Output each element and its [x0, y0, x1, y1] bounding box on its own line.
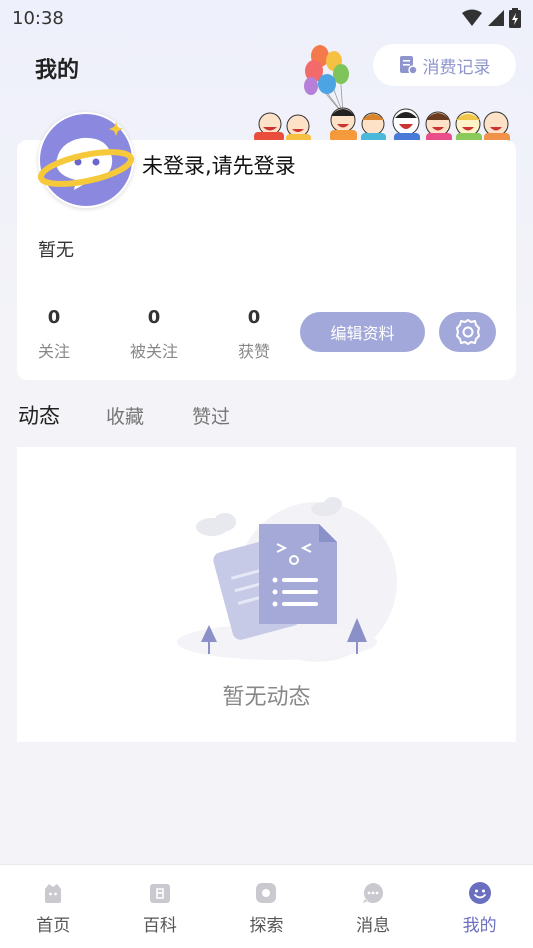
login-prompt[interactable]: 未登录,请先登录 — [142, 150, 296, 180]
battery-icon — [509, 8, 521, 28]
encyclopedia-icon — [149, 884, 170, 903]
tab-favorites[interactable]: 收藏 — [106, 402, 144, 429]
tabbar-label-messages: 消息 — [356, 916, 391, 936]
stat-following-count: 0 — [47, 307, 61, 328]
feed-panel: 暂无动态 — [17, 447, 516, 742]
stat-likes-count: 0 — [247, 307, 261, 328]
status-bar: 10:38 — [0, 0, 533, 36]
tabbar-label-encyclopedia: 百科 — [142, 916, 177, 936]
tabbar-item-explore[interactable]: 探索 — [213, 865, 320, 948]
stat-likes[interactable]: 0 获赞 — [214, 307, 294, 362]
consumption-records-button[interactable]: 消费记录 — [373, 44, 516, 86]
bottom-tab-bar: 首页 百科 探索 消息 我的 — [0, 864, 533, 948]
tabbar-label-home: 首页 — [36, 916, 71, 936]
stat-likes-label: 获赞 — [237, 342, 270, 361]
home-icon — [45, 884, 62, 903]
tabbar-item-profile[interactable]: 我的 — [426, 865, 533, 948]
settings-button[interactable] — [439, 312, 496, 352]
stat-following-label: 关注 — [37, 342, 70, 361]
tabbar-item-messages[interactable]: 消息 — [320, 865, 427, 948]
stat-followers[interactable]: 0 被关注 — [114, 307, 194, 362]
tabbar-label-profile: 我的 — [462, 916, 497, 936]
avatar[interactable] — [37, 112, 135, 208]
page-title: 我的 — [35, 58, 80, 83]
explore-icon — [256, 883, 277, 903]
gear-icon — [455, 319, 480, 345]
tabbar-label-explore: 探索 — [249, 916, 284, 936]
status-time: 10:38 — [12, 7, 64, 29]
consumption-records-label: 消费记录 — [422, 57, 491, 78]
tab-posts[interactable]: 动态 — [18, 400, 60, 430]
edit-profile-button[interactable]: 编辑资料 — [300, 312, 425, 352]
profile-bio: 暂无 — [38, 240, 74, 261]
empty-documents-illustration — [177, 497, 397, 662]
chat-planet-avatar-icon — [37, 114, 135, 206]
wifi-icon — [462, 9, 482, 26]
message-icon — [363, 883, 384, 903]
tab-liked[interactable]: 赞过 — [192, 402, 230, 429]
stat-followers-count: 0 — [147, 307, 161, 328]
tabbar-item-encyclopedia[interactable]: 百科 — [107, 865, 214, 948]
stat-following[interactable]: 0 关注 — [14, 307, 94, 362]
profile-icon — [468, 882, 491, 904]
receipt-icon — [399, 56, 417, 75]
stat-followers-label: 被关注 — [129, 342, 178, 361]
status-icons — [461, 8, 521, 28]
tabbar-item-home[interactable]: 首页 — [0, 865, 107, 948]
empty-state-text: 暂无动态 — [222, 685, 311, 710]
signal-icon — [488, 10, 504, 26]
content-tabs: 动态 收藏 赞过 — [18, 400, 278, 430]
